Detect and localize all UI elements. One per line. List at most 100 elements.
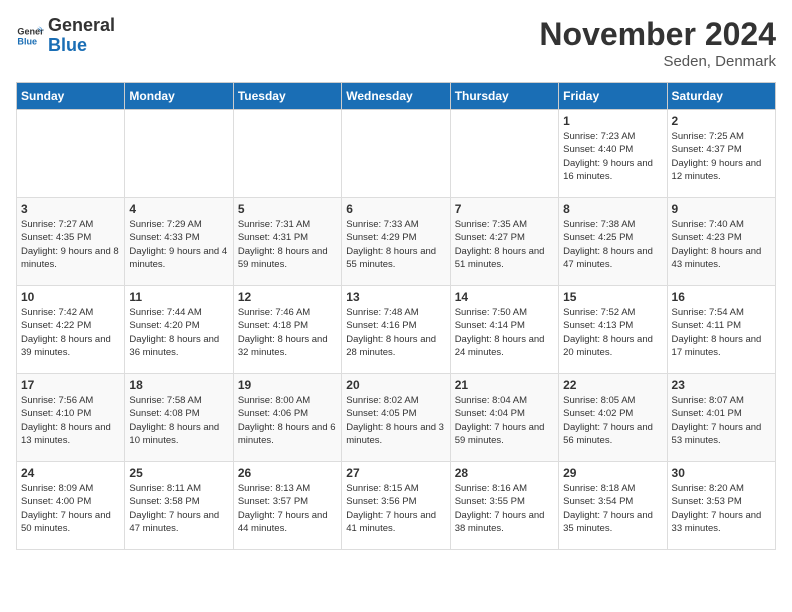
table-row: 10 Sunrise: 7:42 AM Sunset: 4:22 PM Dayli…	[17, 286, 125, 374]
table-row	[17, 110, 125, 198]
col-tuesday: Tuesday	[233, 83, 341, 110]
day-info: Sunrise: 8:20 AM Sunset: 3:53 PM Dayligh…	[672, 482, 771, 535]
day-number: 6	[346, 202, 445, 216]
calendar-week-row: 10 Sunrise: 7:42 AM Sunset: 4:22 PM Dayli…	[17, 286, 776, 374]
svg-text:General: General	[17, 26, 44, 36]
calendar-header-row: Sunday Monday Tuesday Wednesday Thursday…	[17, 83, 776, 110]
day-info: Sunrise: 7:33 AM Sunset: 4:29 PM Dayligh…	[346, 218, 445, 271]
day-number: 20	[346, 378, 445, 392]
table-row: 6 Sunrise: 7:33 AM Sunset: 4:29 PM Daylig…	[342, 198, 450, 286]
col-friday: Friday	[559, 83, 667, 110]
table-row: 5Sunrise: 7:31 AM Sunset: 4:31 PM Daylig…	[233, 198, 341, 286]
day-number: 29	[563, 466, 662, 480]
day-info: Sunrise: 7:23 AM Sunset: 4:40 PM Dayligh…	[563, 130, 662, 183]
day-number: 9	[672, 202, 771, 216]
day-number: 4	[129, 202, 228, 216]
day-number: 18	[129, 378, 228, 392]
day-number: 12	[238, 290, 337, 304]
day-number: 28	[455, 466, 554, 480]
table-row: 3 Sunrise: 7:27 AM Sunset: 4:35 PM Daylig…	[17, 198, 125, 286]
table-row: 4 Sunrise: 7:29 AM Sunset: 4:33 PM Daylig…	[125, 198, 233, 286]
day-number: 7	[455, 202, 554, 216]
table-row: 19Sunrise: 8:00 AM Sunset: 4:06 PM Dayli…	[233, 374, 341, 462]
table-row: 22Sunrise: 8:05 AM Sunset: 4:02 PM Dayli…	[559, 374, 667, 462]
day-info: Sunrise: 7:25 AM Sunset: 4:37 PM Dayligh…	[672, 130, 771, 183]
page-header: General Blue General Blue November 2024 …	[16, 16, 776, 70]
logo-line1: General	[48, 16, 115, 36]
table-row: 17 Sunrise: 7:56 AM Sunset: 4:10 PM Dayli…	[17, 374, 125, 462]
month-title: November 2024	[539, 16, 776, 53]
day-number: 15	[563, 290, 662, 304]
table-row: 23 Sunrise: 8:07 AM Sunset: 4:01 PM Dayli…	[667, 374, 775, 462]
day-info: Sunrise: 8:16 AM Sunset: 3:55 PM Dayligh…	[455, 482, 554, 535]
table-row	[233, 110, 341, 198]
day-number: 17	[21, 378, 120, 392]
day-info: Sunrise: 7:29 AM Sunset: 4:33 PM Dayligh…	[129, 218, 228, 271]
day-info: Sunrise: 7:40 AM Sunset: 4:23 PM Dayligh…	[672, 218, 771, 271]
day-number: 8	[563, 202, 662, 216]
calendar-week-row: 17 Sunrise: 7:56 AM Sunset: 4:10 PM Dayli…	[17, 374, 776, 462]
day-info: Sunrise: 8:18 AM Sunset: 3:54 PM Dayligh…	[563, 482, 662, 535]
col-monday: Monday	[125, 83, 233, 110]
logo-line2: Blue	[48, 35, 87, 55]
col-thursday: Thursday	[450, 83, 558, 110]
table-row: 7 Sunrise: 7:35 AM Sunset: 4:27 PM Daylig…	[450, 198, 558, 286]
table-row: 18 Sunrise: 7:58 AM Sunset: 4:08 PM Dayli…	[125, 374, 233, 462]
day-number: 23	[672, 378, 771, 392]
day-info: Sunrise: 7:27 AM Sunset: 4:35 PM Dayligh…	[21, 218, 120, 271]
day-info: Sunrise: 7:56 AM Sunset: 4:10 PM Dayligh…	[21, 394, 120, 447]
table-row: 8 Sunrise: 7:38 AM Sunset: 4:25 PM Daylig…	[559, 198, 667, 286]
table-row: 25Sunrise: 8:11 AM Sunset: 3:58 PM Dayli…	[125, 462, 233, 550]
table-row	[342, 110, 450, 198]
table-row: 15 Sunrise: 7:52 AM Sunset: 4:13 PM Dayli…	[559, 286, 667, 374]
table-row: 29 Sunrise: 8:18 AM Sunset: 3:54 PM Dayli…	[559, 462, 667, 550]
table-row: 27Sunrise: 8:15 AM Sunset: 3:56 PM Dayli…	[342, 462, 450, 550]
day-info: Sunrise: 8:02 AM Sunset: 4:05 PM Dayligh…	[346, 394, 445, 447]
day-info: Sunrise: 7:58 AM Sunset: 4:08 PM Dayligh…	[129, 394, 228, 447]
day-number: 21	[455, 378, 554, 392]
logo-text: General Blue	[48, 16, 115, 56]
day-number: 22	[563, 378, 662, 392]
table-row: 12Sunrise: 7:46 AM Sunset: 4:18 PM Dayli…	[233, 286, 341, 374]
table-row: 16Sunrise: 7:54 AM Sunset: 4:11 PM Dayli…	[667, 286, 775, 374]
table-row: 30Sunrise: 8:20 AM Sunset: 3:53 PM Dayli…	[667, 462, 775, 550]
day-info: Sunrise: 8:07 AM Sunset: 4:01 PM Dayligh…	[672, 394, 771, 447]
day-number: 2	[672, 114, 771, 128]
day-info: Sunrise: 7:48 AM Sunset: 4:16 PM Dayligh…	[346, 306, 445, 359]
table-row: 9 Sunrise: 7:40 AM Sunset: 4:23 PM Daylig…	[667, 198, 775, 286]
day-info: Sunrise: 8:11 AM Sunset: 3:58 PM Dayligh…	[129, 482, 228, 535]
col-wednesday: Wednesday	[342, 83, 450, 110]
day-number: 24	[21, 466, 120, 480]
day-info: Sunrise: 8:04 AM Sunset: 4:04 PM Dayligh…	[455, 394, 554, 447]
day-number: 13	[346, 290, 445, 304]
day-number: 10	[21, 290, 120, 304]
table-row	[125, 110, 233, 198]
day-info: Sunrise: 7:52 AM Sunset: 4:13 PM Dayligh…	[563, 306, 662, 359]
day-info: Sunrise: 7:31 AM Sunset: 4:31 PM Dayligh…	[238, 218, 337, 271]
table-row: 11 Sunrise: 7:44 AM Sunset: 4:20 PM Dayli…	[125, 286, 233, 374]
day-info: Sunrise: 7:42 AM Sunset: 4:22 PM Dayligh…	[21, 306, 120, 359]
day-number: 3	[21, 202, 120, 216]
calendar-week-row: 1 Sunrise: 7:23 AM Sunset: 4:40 PM Daylig…	[17, 110, 776, 198]
table-row: 24 Sunrise: 8:09 AM Sunset: 4:00 PM Dayli…	[17, 462, 125, 550]
day-info: Sunrise: 8:09 AM Sunset: 4:00 PM Dayligh…	[21, 482, 120, 535]
table-row: 28 Sunrise: 8:16 AM Sunset: 3:55 PM Dayli…	[450, 462, 558, 550]
table-row	[450, 110, 558, 198]
svg-text:Blue: Blue	[17, 36, 37, 46]
logo: General Blue General Blue	[16, 16, 115, 56]
day-number: 11	[129, 290, 228, 304]
calendar-week-row: 24 Sunrise: 8:09 AM Sunset: 4:00 PM Dayli…	[17, 462, 776, 550]
col-saturday: Saturday	[667, 83, 775, 110]
table-row: 21 Sunrise: 8:04 AM Sunset: 4:04 PM Dayli…	[450, 374, 558, 462]
col-sunday: Sunday	[17, 83, 125, 110]
day-info: Sunrise: 7:38 AM Sunset: 4:25 PM Dayligh…	[563, 218, 662, 271]
table-row: 14Sunrise: 7:50 AM Sunset: 4:14 PM Dayli…	[450, 286, 558, 374]
day-info: Sunrise: 7:35 AM Sunset: 4:27 PM Dayligh…	[455, 218, 554, 271]
day-number: 14	[455, 290, 554, 304]
day-info: Sunrise: 8:15 AM Sunset: 3:56 PM Dayligh…	[346, 482, 445, 535]
day-number: 1	[563, 114, 662, 128]
title-block: November 2024 Seden, Denmark	[539, 16, 776, 70]
calendar-week-row: 3 Sunrise: 7:27 AM Sunset: 4:35 PM Daylig…	[17, 198, 776, 286]
day-info: Sunrise: 7:44 AM Sunset: 4:20 PM Dayligh…	[129, 306, 228, 359]
table-row: 1 Sunrise: 7:23 AM Sunset: 4:40 PM Daylig…	[559, 110, 667, 198]
